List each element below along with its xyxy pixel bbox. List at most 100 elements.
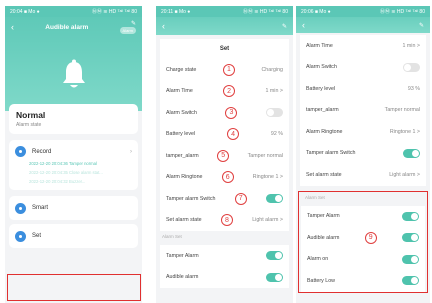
row-alarm-ringtone[interactable]: Alarm Ringtone 6 Ringtone 1 > (160, 167, 289, 189)
phone-set-scrolled: 20:06 ■ Mo ● ⓃⓂ ≋ HD ᵀᵃˡˡ ᵀᵃˡˡ 80 ‹ ✎ Al… (296, 6, 430, 303)
marker-7: 7 (234, 192, 247, 205)
section-alarm-set: Alarm Set (162, 234, 182, 239)
alarm-state-label: Alarm state (16, 122, 42, 128)
settings-list: Charge state 1 Charging Alarm Time 2 1 m… (160, 59, 289, 231)
row-charge-state: Charge state 1 Charging (160, 59, 289, 81)
alarm-set-list: Tamper Alarm Audible alarm (160, 245, 289, 288)
audible-alarm-toggle[interactable] (401, 233, 419, 243)
chevron-right-icon: › (130, 148, 132, 155)
alarm-state-value: Normal (16, 110, 46, 120)
audible-alarm-toggle[interactable] (266, 272, 283, 282)
row-label: Alarm Time (306, 42, 333, 49)
edit-pen-icon[interactable]: ✎ (282, 23, 287, 30)
alarm-switch-toggle[interactable] (403, 62, 420, 72)
status-signal: ⓃⓂ ≋ HD ᵀᵃˡˡ ᵀᵃˡˡ 80 (379, 9, 425, 15)
row-alarm-time[interactable]: Alarm Time 1 min > (300, 35, 426, 57)
row-label: Alarm Ringtone (306, 128, 343, 135)
row-label: Set alarm state (306, 171, 342, 178)
status-time: 20:11 ■ Mo ● (161, 8, 191, 15)
marker-8: 8 (220, 214, 233, 227)
record-row[interactable]: Record › (15, 146, 132, 157)
row-battery-low-toggle: Battery Low (301, 270, 425, 292)
row-alarm-switch: Alarm Switch (300, 57, 426, 79)
battery-low-toggle[interactable] (402, 276, 419, 286)
row-set-alarm-state[interactable]: Set alarm state 8 Light alarm > (160, 210, 289, 232)
row-label: Tamper Alarm (307, 213, 340, 220)
row-audible-alarm-toggle: Audible alarm 9 (301, 227, 425, 249)
row-alarm-on-toggle: Alarm on (301, 249, 425, 271)
row-label: Charge state (166, 66, 197, 73)
tamper-alarm-toggle[interactable] (266, 251, 283, 261)
row-tamper-alarm-switch: Tamper alarm Switch 7 (160, 188, 289, 210)
row-battery-level: Battery level 93 % (300, 78, 426, 100)
status-bar: 20:04 ■ Mo ● ⓃⓂ ≋ HD ᵀᵃˡˡ ᵀᵃˡˡ 80 (5, 6, 142, 17)
nav-bar: ‹ Audible alarm ✎ Alarm (5, 17, 142, 37)
smart-card[interactable]: Smart (9, 196, 138, 220)
settings-list: Alarm Time 1 min > Alarm Switch Battery … (300, 35, 426, 186)
smart-icon (15, 202, 26, 214)
record-card[interactable]: Record › 2022-12-20 20:04:36 Tamper norm… (9, 140, 138, 190)
tamper-switch-toggle[interactable] (403, 148, 420, 158)
set-title: Set (160, 39, 289, 59)
record-label: Record (32, 148, 52, 155)
row-alarm-ringtone[interactable]: Alarm Ringtone Ringtone 1 > (300, 121, 426, 143)
status-bar: 20:06 ■ Mo ● ⓃⓂ ≋ HD ᵀᵃˡˡ ᵀᵃˡˡ 80 (296, 6, 430, 17)
row-value: Tamper normal (384, 107, 420, 114)
alarm-switch-toggle[interactable] (266, 108, 283, 118)
smart-label: Smart (32, 205, 49, 211)
section-alarm-set: Alarm Set (305, 194, 325, 200)
row-label: Battery level (166, 131, 196, 138)
row-tamper-alarm-toggle: Tamper Alarm (160, 245, 289, 267)
row-value: Tamper normal (247, 152, 283, 159)
marker-2: 2 (223, 85, 236, 98)
marker-5: 5 (217, 149, 230, 162)
edit-pen-icon[interactable]: ✎ (131, 20, 136, 27)
row-label: tamper_alarm (306, 107, 339, 114)
highlight-box-alarm-set: Alarm Set Tamper Alarm Audible alarm 9 A… (298, 190, 428, 293)
row-tamper-alarm-switch: Tamper alarm Switch (300, 143, 426, 165)
record-item: 2022-12-20 20:04:35 Close alarm stat... (29, 170, 103, 175)
back-arrow-icon[interactable]: ‹ (11, 22, 14, 32)
bell-icon (5, 37, 142, 111)
row-label: Alarm Switch (306, 64, 337, 71)
row-value: 1 min > (402, 42, 420, 49)
alarm-on-toggle[interactable] (402, 254, 419, 264)
back-arrow-icon[interactable]: ‹ (302, 20, 305, 30)
record-item: 2022-12-20 20:04:36 Tamper normal (29, 161, 97, 166)
row-value: 1 min > (265, 88, 283, 95)
header-area: 20:04 ■ Mo ● ⓃⓂ ≋ HD ᵀᵃˡˡ ᵀᵃˡˡ 80 ‹ Audi… (5, 6, 142, 111)
set-icon (15, 230, 26, 242)
row-audible-alarm-toggle: Audible alarm (160, 267, 289, 289)
row-label: tamper_alarm (166, 152, 199, 159)
row-label: Tamper alarm Switch (306, 150, 356, 157)
row-value: 92 % (270, 131, 283, 138)
nav-bar: ‹ ✎ (296, 17, 430, 33)
tamper-alarm-toggle[interactable] (402, 211, 419, 221)
row-battery-level: Battery level 4 92 % (160, 124, 289, 146)
header-area: 20:11 ■ Mo ● ⓃⓂ ≋ HD ᵀᵃˡˡ ᵀᵃˡˡ 80 ‹ ✎ (156, 6, 293, 35)
highlight-box-set (7, 274, 141, 301)
status-time: 20:06 ■ Mo ● (301, 8, 331, 15)
back-arrow-icon[interactable]: ‹ (162, 21, 165, 31)
marker-3: 3 (225, 106, 238, 119)
page-title: Audible alarm (45, 23, 89, 31)
row-label: Audible alarm (166, 274, 199, 281)
row-value: Ringtone 1 > (252, 174, 283, 181)
row-label: Alarm Time (166, 88, 193, 95)
row-value: Light alarm > (389, 171, 420, 178)
row-set-alarm-state[interactable]: Set alarm state Light alarm > (300, 164, 426, 186)
row-label: Tamper alarm Switch (166, 195, 216, 202)
edit-pen-icon[interactable]: ✎ (419, 22, 424, 29)
set-card[interactable]: Set (9, 224, 138, 248)
row-label: Audible alarm (307, 234, 340, 241)
row-alarm-switch: Alarm Switch 3 (160, 102, 289, 124)
header-area: 20:06 ■ Mo ● ⓃⓂ ≋ HD ᵀᵃˡˡ ᵀᵃˡˡ 80 ‹ ✎ (296, 6, 430, 33)
row-label: Alarm Ringtone (166, 174, 203, 181)
row-alarm-time[interactable]: Alarm Time 2 1 min > (160, 81, 289, 103)
tamper-switch-toggle[interactable] (265, 194, 283, 204)
status-signal: ⓃⓂ ≋ HD ᵀᵃˡˡ ᵀᵃˡˡ 80 (91, 9, 137, 15)
alarm-pill[interactable]: Alarm (119, 27, 136, 34)
marker-6: 6 (221, 171, 234, 184)
row-value: 93 % (407, 85, 420, 92)
record-item: 2022-12-20 20:04:32 Buzzer... (29, 179, 86, 184)
